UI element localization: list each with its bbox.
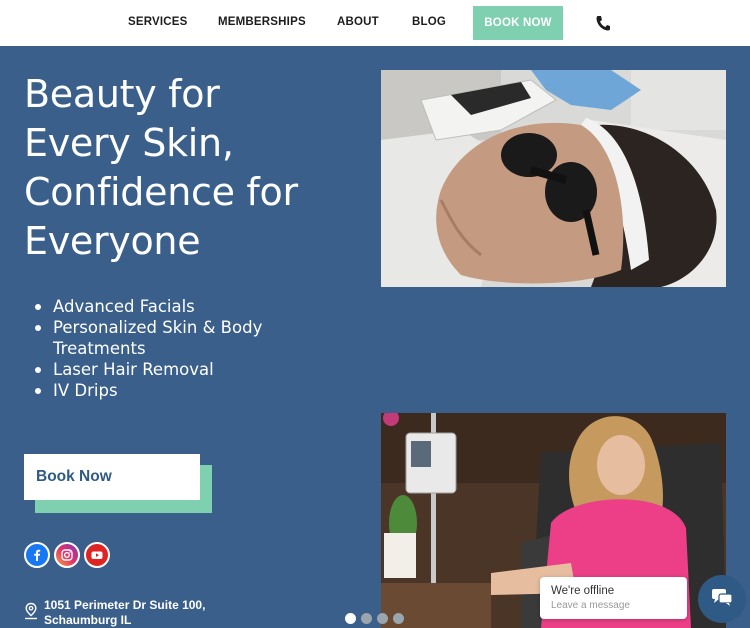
facial-treatment-photo (381, 70, 726, 287)
hero-title: Beauty for Every Skin, Confidence for Ev… (24, 70, 374, 266)
book-now-button[interactable]: Book Now (24, 454, 200, 500)
phone-icon[interactable] (595, 14, 611, 32)
carousel-dot[interactable] (393, 613, 404, 624)
feature-item: Advanced Facials (35, 296, 335, 317)
nav-book-now-button[interactable]: BOOK NOW (473, 6, 563, 40)
hero-title-line: Confidence for (24, 170, 298, 214)
carousel-dot[interactable] (361, 613, 372, 624)
address-line: 1051 Perimeter Dr Suite 100, (44, 598, 206, 612)
feature-item: IV Drips (35, 380, 335, 401)
nav-services[interactable]: SERVICES (128, 16, 188, 28)
top-nav: SERVICES MEMBERSHIPS ABOUT BLOG BOOK NOW (0, 0, 750, 46)
nav-about[interactable]: ABOUT (337, 16, 379, 28)
instagram-icon[interactable] (54, 542, 80, 568)
chat-subtitle: Leave a message (551, 600, 630, 611)
chat-offline-bubble[interactable]: We're offline Leave a message (540, 577, 687, 619)
chat-icon (710, 586, 734, 613)
feature-item: Personalized Skin & Body Treatments (35, 317, 335, 359)
location-pin-icon (23, 602, 39, 620)
carousel-dot-active[interactable] (345, 613, 356, 624)
address-line: Schaumburg IL (44, 612, 132, 627)
carousel-dot[interactable] (377, 613, 388, 624)
chat-title: We're offline (551, 585, 615, 597)
facebook-icon[interactable] (24, 542, 50, 568)
nav-memberships[interactable]: MEMBERSHIPS (218, 16, 306, 28)
feature-item: Laser Hair Removal (35, 359, 335, 380)
hero-title-line: Everyone (24, 219, 201, 263)
address: 1051 Perimeter Dr Suite 100, Schaumburg … (44, 598, 294, 627)
hero-title-line: Beauty for (24, 72, 220, 116)
feature-list: Advanced Facials Personalized Skin & Bod… (35, 296, 335, 401)
hero-title-line: Every Skin, (24, 121, 234, 165)
youtube-icon[interactable] (84, 542, 110, 568)
chat-launcher-button[interactable] (698, 575, 746, 623)
nav-blog[interactable]: BLOG (412, 16, 446, 28)
